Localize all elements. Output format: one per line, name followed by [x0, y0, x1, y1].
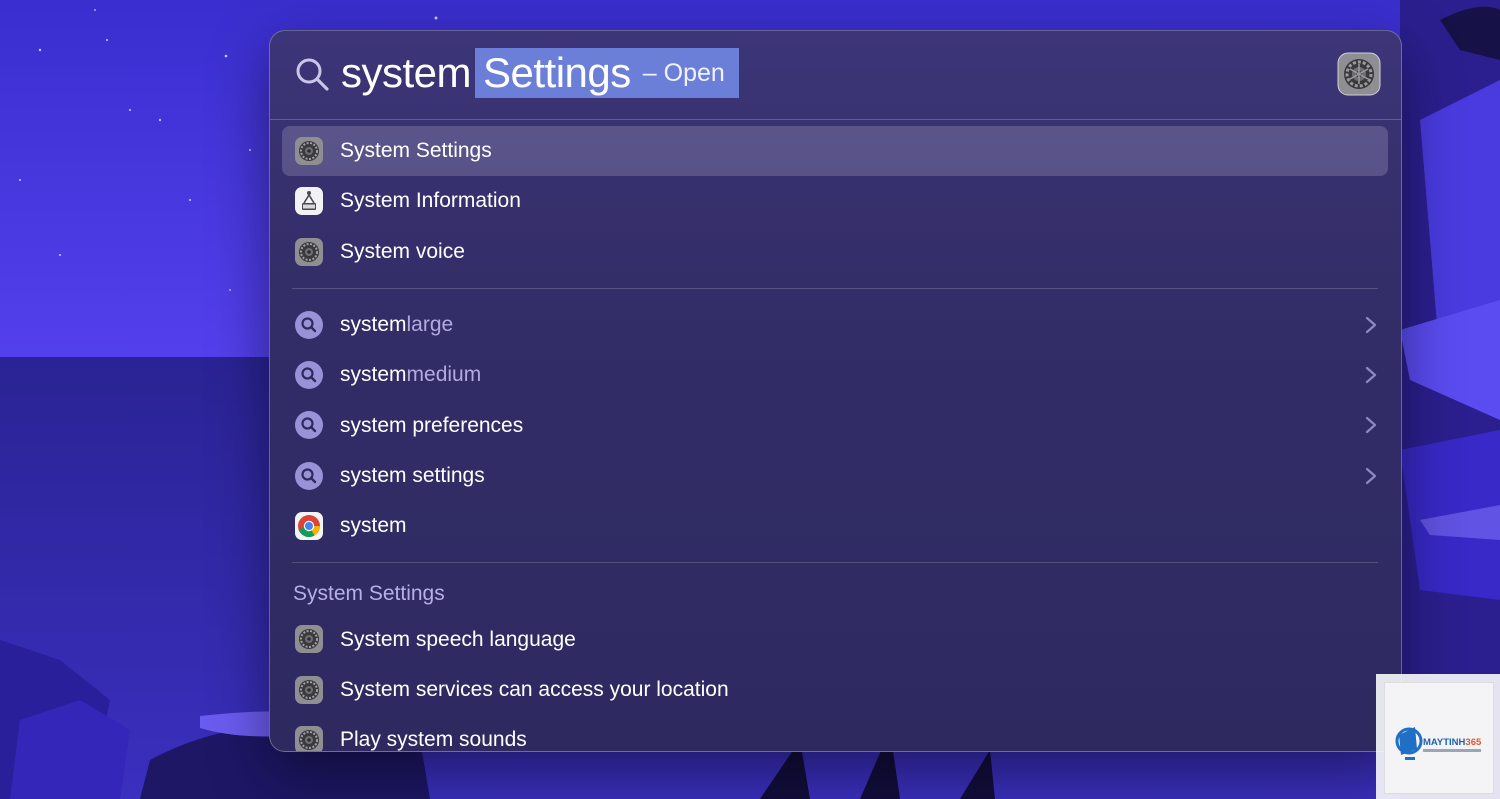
search-icon [295, 461, 323, 490]
search-icon [295, 411, 323, 440]
result-label: System Information [340, 189, 521, 213]
system-settings-icon [295, 725, 323, 751]
result-system-voice[interactable]: System voice [282, 227, 1388, 277]
system-settings-icon [295, 625, 323, 654]
result-label: System Settings [340, 139, 492, 163]
chevron-right-icon [1365, 316, 1377, 333]
suggestion-bold-text: system [340, 313, 407, 337]
suggestion-dim-text: medium [406, 363, 482, 387]
section-divider [292, 287, 1378, 289]
search-icon [295, 361, 323, 390]
section-item-speech-language[interactable]: System speech language [282, 614, 1388, 664]
watermark-logo: MAYTINH365 [1376, 674, 1500, 799]
suggestion-system-preferences[interactable]: system preferences [282, 400, 1388, 450]
result-system-information[interactable]: System Information [282, 176, 1388, 226]
suggestion-label: systemmedium [340, 363, 481, 387]
section-item-label: System services can access your location [340, 677, 729, 701]
section-item-label: System speech language [340, 627, 576, 651]
spotlight-panel: system Settings – Open System Settings S… [269, 30, 1402, 752]
section-divider [292, 562, 1378, 564]
system-settings-icon [295, 675, 323, 704]
section-item-label: Play system sounds [340, 728, 527, 752]
suggestion-systemmedium[interactable]: systemmedium [282, 350, 1388, 400]
search-divider [270, 119, 1401, 120]
query-action-text: – Open [642, 58, 725, 87]
system-settings-icon[interactable] [1337, 52, 1381, 96]
chevron-right-icon [1365, 367, 1377, 384]
svg-text:MAYTINH365: MAYTINH365 [1423, 737, 1482, 748]
maytinh365-logo-icon: MAYTINH365 [1395, 727, 1482, 760]
search-icon [296, 58, 329, 91]
search-query[interactable]: system Settings – Open [341, 47, 739, 99]
suggestion-systemlarge[interactable]: systemlarge [282, 300, 1388, 350]
suggestion-bold-text: system [340, 363, 407, 387]
system-information-icon [295, 187, 323, 216]
suggestion-dim-text: large [406, 313, 454, 337]
chrome-icon [295, 512, 323, 541]
system-settings-icon [295, 237, 323, 266]
section-title: System Settings [293, 582, 445, 606]
search-icon [295, 310, 323, 339]
suggestion-system-settings[interactable]: system settings [282, 451, 1388, 501]
suggestion-label: system preferences [340, 413, 524, 437]
spotlight-search-bar[interactable]: system Settings – Open [270, 31, 1401, 119]
system-settings-icon [295, 137, 323, 165]
suggestion-system-web[interactable]: system [282, 501, 1388, 551]
section-item-location-services[interactable]: System services can access your location [282, 665, 1388, 715]
results-list: System Settings System Information Syste… [282, 126, 1388, 752]
suggestion-label: systemlarge [340, 313, 453, 337]
suggestion-label: system [340, 514, 407, 538]
chevron-right-icon [1365, 417, 1377, 434]
chevron-right-icon [1365, 467, 1377, 484]
result-label: System voice [340, 239, 465, 263]
query-autocomplete: Settings – Open [475, 48, 739, 98]
query-typed-text: system [341, 49, 472, 96]
section-item-system-sounds[interactable]: Play system sounds [282, 715, 1388, 752]
suggestion-label: system settings [340, 463, 485, 487]
watermark-card: MAYTINH365 [1384, 682, 1494, 794]
result-system-settings[interactable]: System Settings [282, 126, 1388, 177]
query-completion-text: Settings [483, 49, 631, 96]
